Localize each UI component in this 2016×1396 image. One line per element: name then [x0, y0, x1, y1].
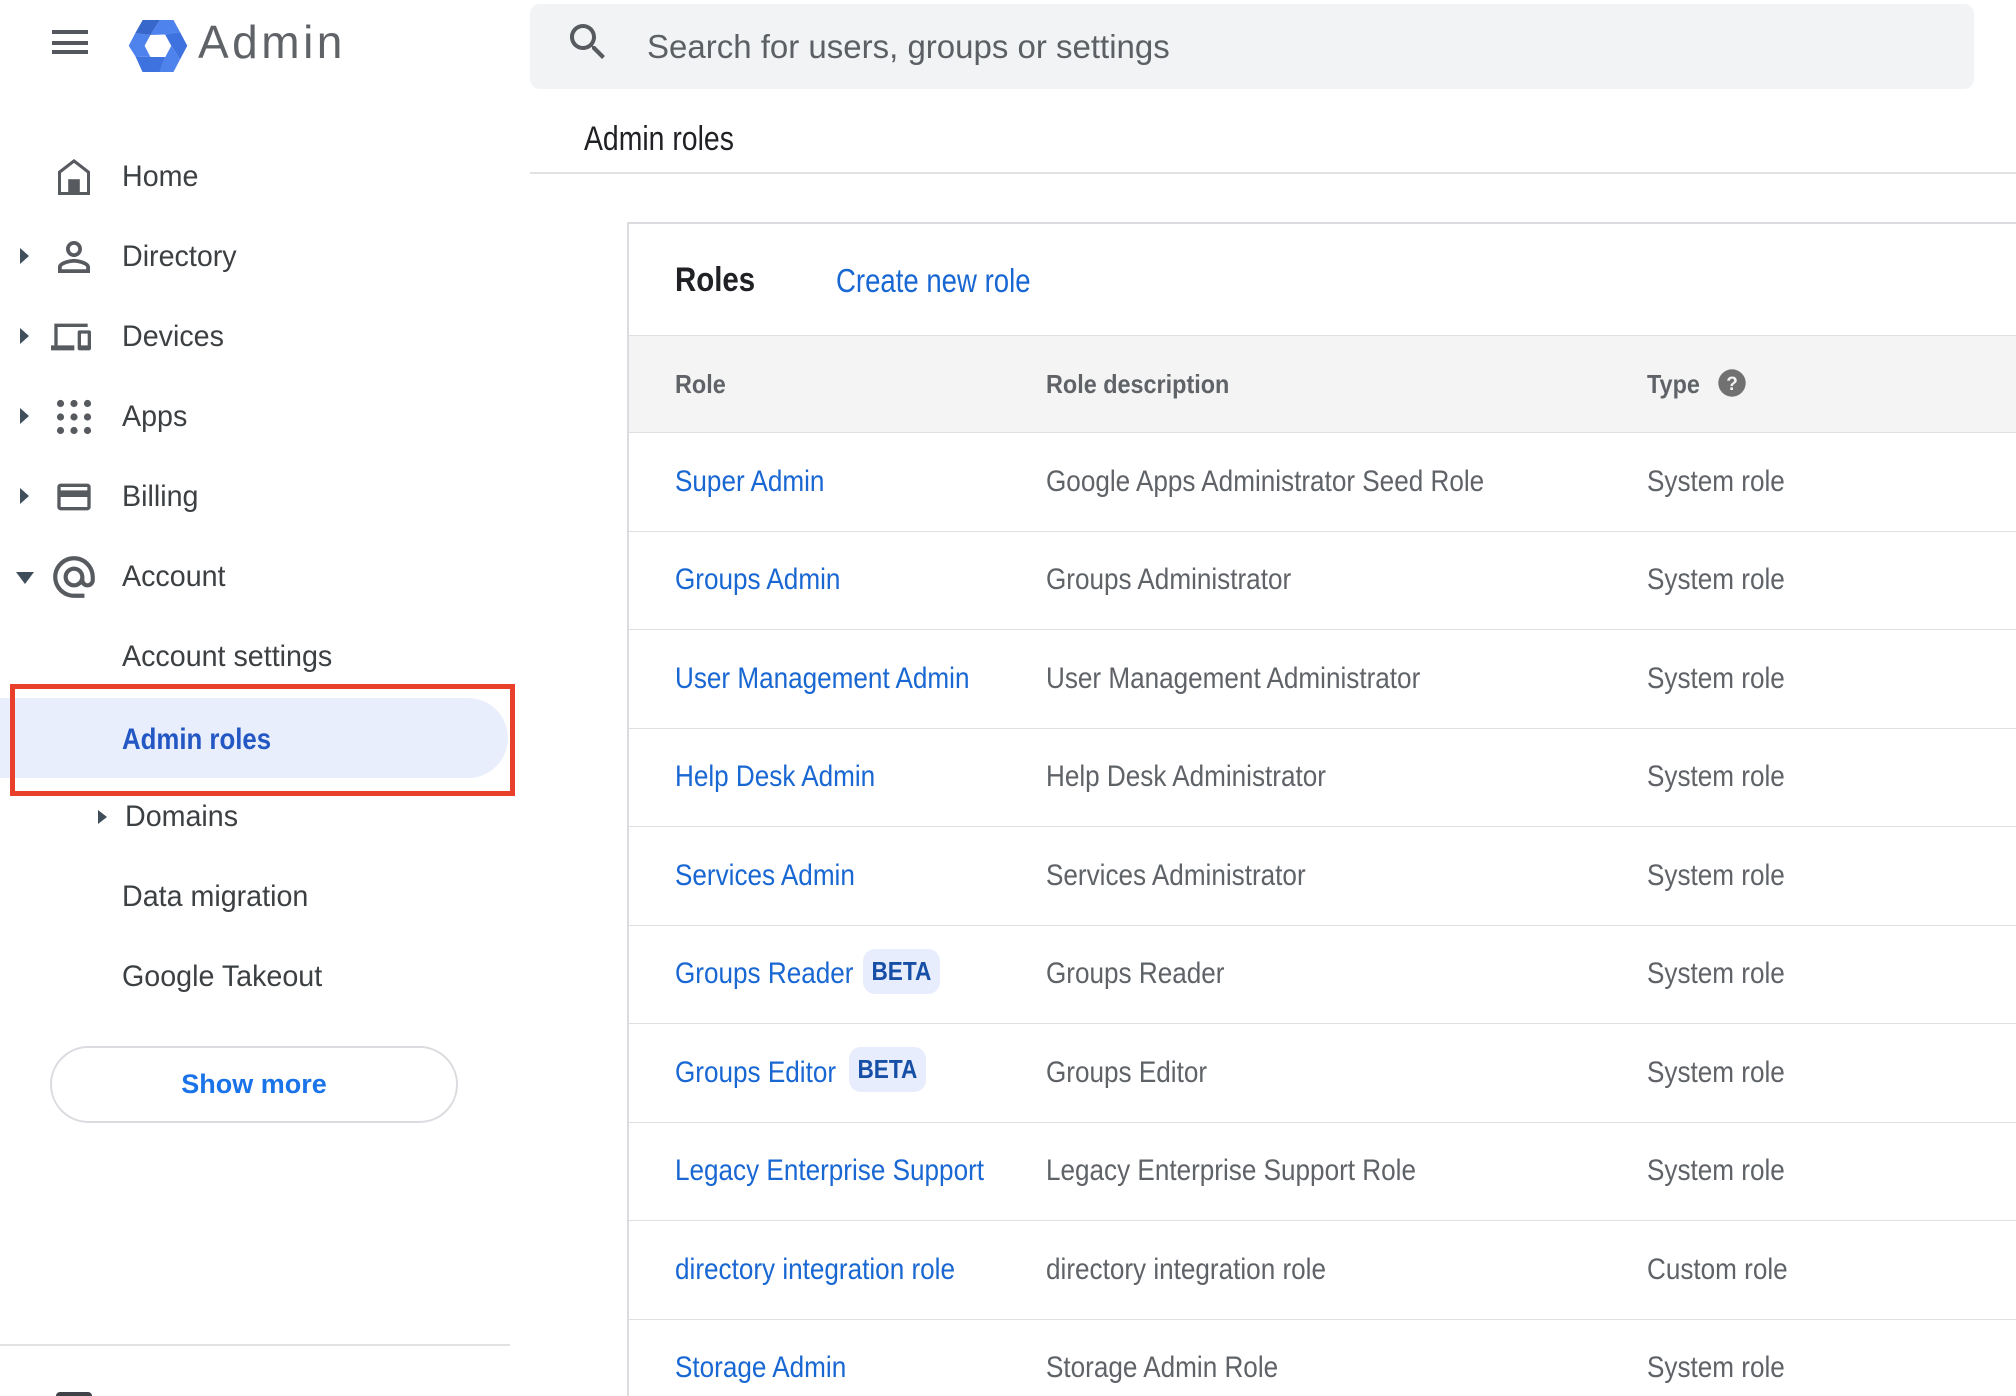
svg-text:?: ?: [1726, 374, 1738, 395]
